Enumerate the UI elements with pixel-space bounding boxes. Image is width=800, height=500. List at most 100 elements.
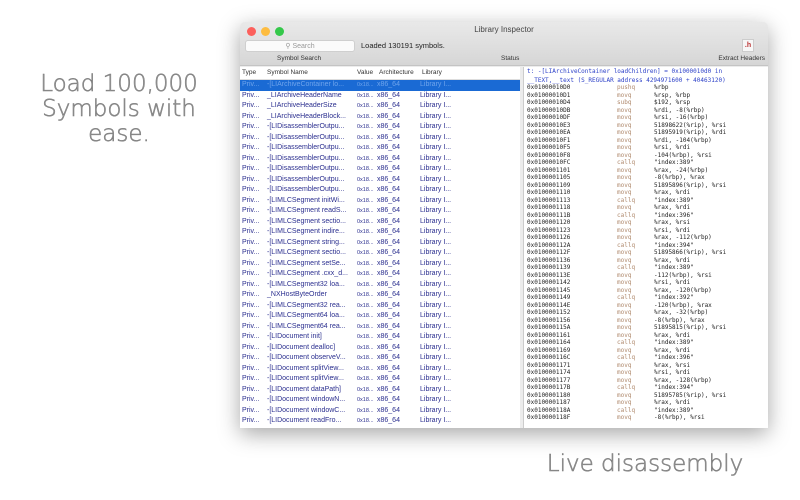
operands: "index:389" (654, 264, 694, 271)
disassembly-line: 0x01000010D4 subq $192, %rsp (527, 99, 768, 107)
address: 0x0100001118 (527, 204, 571, 211)
cell-symbol-name: _LIArchiveHeaderName (267, 91, 342, 99)
table-row[interactable]: Priv... -[LIMLCSegment initWi... 0x18... x8… (240, 196, 520, 207)
table-row[interactable]: Priv... -[LIDocument readFro... 0x18... x86… (240, 416, 520, 427)
cell-symbol-name: -[LIDisassemblerOutpu... (267, 154, 345, 162)
extract-headers-button[interactable]: Extract Headers (718, 55, 765, 62)
cell-value: 0x18... (357, 145, 374, 151)
cell-library: Library I... (420, 280, 452, 288)
table-row[interactable]: Priv... -[LIDisassemblerOutpu... 0x18... x8… (240, 133, 520, 144)
table-row[interactable]: Priv... -[LIMLCSegment readS... 0x18... x86… (240, 206, 520, 217)
cell-type: Priv... (242, 165, 260, 172)
cell-type: Priv... (242, 133, 260, 141)
cell-symbol-name: -[LIMLCSegment .cxx_d... (267, 270, 348, 277)
cell-value: 0x18... (357, 344, 374, 351)
cell-type: Priv... (242, 154, 260, 162)
table-row[interactable]: Priv... -[LIMLCSegment sectio... 0x18... x8… (240, 248, 520, 259)
search-input[interactable]: ⚲ Search (245, 40, 355, 52)
mnemonic: movq (617, 324, 632, 331)
mnemonic: callq (617, 211, 636, 219)
table-row[interactable]: Priv... -[LIMLCSegment32 rea... 0x18... x86… (240, 301, 520, 312)
cell-symbol-name: -[LIMLCSegment32 loa... (267, 280, 345, 288)
mnemonic: movq (617, 121, 632, 129)
table-row[interactable]: Priv... -[LIDocument dataPath] 0x18... x86_… (240, 385, 520, 396)
table-row[interactable]: Priv... -[LIDocument observeV... 0x18... x8… (240, 353, 520, 364)
disassembly-line: 0x01000010EA movq 51895919(%rip), %rdi (527, 129, 768, 137)
cell-value: 0x18... (357, 250, 374, 256)
mnemonic: callq (617, 264, 636, 271)
table-row[interactable]: Priv... -[LIMLCSegment .cxx_d... 0x18... x8… (240, 269, 520, 280)
extract-headers-icon[interactable]: .h (742, 39, 754, 52)
cell-library: Library I... (420, 102, 452, 109)
address: 0x010000116C (527, 354, 571, 361)
mnemonic: movq (617, 346, 632, 354)
mnemonic: movq (617, 166, 632, 174)
address: 0x0100001110 (527, 189, 571, 196)
table-row[interactable]: Priv... -[LIDisassemblerOutpu... 0x18... x8… (240, 185, 520, 196)
cell-architecture: x86_64 (377, 144, 400, 151)
table-row[interactable]: Priv... -[LIMLCSegment indire... 0x18... x8… (240, 227, 520, 238)
column-header-library[interactable]: Library (420, 67, 460, 79)
table-row[interactable]: Priv... -[LIDocument init] 0x18... x86_64 Li… (240, 332, 520, 343)
table-row[interactable]: Priv... _NXHostByteOrder 0x18... x86_64 Libr… (240, 290, 520, 301)
table-row[interactable]: Priv... -[LIDisassemblerOutpu... 0x18... x8… (240, 164, 520, 175)
table-row[interactable]: Priv... -[LIDocument windowN... 0x18... x86… (240, 395, 520, 406)
cell-type: Priv... (242, 396, 260, 403)
table-row[interactable]: Priv... -[LIDocument splitView... 0x18... x… (240, 374, 520, 385)
table-row[interactable]: Priv... -[LIDisassemblerOutpu... 0x18... x8… (240, 122, 520, 133)
table-row[interactable]: Priv... -[LIMLCSegment64 rea... 0x18... x86… (240, 322, 520, 333)
table-row[interactable]: Priv... -[LIDocument windowC... 0x18... x86… (240, 406, 520, 417)
cell-type: Priv... (242, 406, 260, 414)
table-row[interactable]: Priv... -[LIMLCSegment32 loa... 0x18... x86… (240, 280, 520, 291)
mnemonic: movq (617, 279, 632, 286)
address: 0x010000118F (527, 414, 571, 421)
mnemonic: movq (617, 376, 632, 384)
cell-type: Priv... (242, 112, 260, 120)
table-row[interactable]: Priv... -[LIMLCSegment64 loa... 0x18... x86… (240, 311, 520, 322)
disassembly-line: 0x010000116C callq "index:396" (527, 354, 768, 362)
table-row[interactable]: Priv... _LIArchiveHeaderBlock... 0x18... x8… (240, 112, 520, 123)
column-header-value[interactable]: Value (355, 67, 377, 79)
operands: %rbp (654, 84, 669, 91)
cell-value: 0x18... (357, 103, 374, 109)
cell-architecture: x86_64 (377, 175, 400, 183)
table-row[interactable]: Priv... -[LIDisassemblerOutpu... 0x18... x8… (240, 143, 520, 154)
operands: %rdi, -8(%rbp) (654, 106, 705, 114)
operands: $192, %rsp (654, 99, 691, 106)
table-row[interactable]: Priv... -[LIMLCSegment setSe... 0x18... x86… (240, 259, 520, 270)
cell-symbol-name: -[LIDocument init] (267, 333, 322, 340)
mnemonic: movq (617, 256, 632, 264)
cell-symbol-name: -[LIMLCSegment readS... (267, 207, 347, 214)
table-row[interactable]: Priv... _LIArchiveHeaderName 0x18... x86_64… (240, 91, 520, 102)
cell-library: Library I... (420, 312, 452, 319)
disassembly-line: 0x0100001169 movq %rax, %rdi (527, 347, 768, 355)
table-row[interactable]: Priv... -[LIMLCSegment sectio... 0x18... x8… (240, 217, 520, 228)
mnemonic: movq (617, 204, 632, 211)
table-row[interactable]: Priv... _LIArchiveHeaderSize 0x18... x86_64… (240, 101, 520, 112)
operands: "index:394" (654, 241, 694, 249)
table-row[interactable]: Priv... -[LIDisassemblerOutpu... 0x18... x8… (240, 175, 520, 186)
address: 0x0100001161 (527, 331, 571, 339)
table-row[interactable]: Priv... -[LIDocument dealloc] 0x18... x86_6… (240, 343, 520, 354)
cell-symbol-name: -[LIDisassemblerOutpu... (267, 123, 345, 130)
table-row[interactable]: Priv... -[LIMLCSegment string... 0x18... x8… (240, 238, 520, 249)
operands: %rax, %rdi (654, 399, 691, 406)
cell-symbol-name: -[LIDocument observeV... (267, 354, 346, 361)
cell-value: 0x18... (357, 155, 374, 162)
disassembly-line: 0x01000010D0 pushq %rbp (527, 84, 768, 92)
promo-text-disassembly: Live disassembly (546, 451, 744, 477)
column-header-symbol-name[interactable]: Symbol Name (264, 67, 355, 79)
table-row[interactable]: Priv... -[LIDisassemblerOutpu... 0x18... x8… (240, 154, 520, 165)
cell-library: Library I... (420, 81, 452, 88)
operands: "index:392" (654, 294, 694, 301)
cell-library: Library I... (420, 301, 452, 309)
table-row[interactable]: Priv... -[LIArchiveContainer lo... 0x18...… (240, 80, 520, 91)
table-row[interactable]: Priv... -[LIDocument splitView... 0x18... x… (240, 364, 520, 375)
table-body: Priv... -[LIArchiveContainer lo... 0x18...… (240, 80, 520, 427)
operands: %rsi, %rdi (654, 226, 691, 234)
column-header-architecture[interactable]: Architecture (377, 67, 420, 79)
promo-line-2: Symbols with ease. (42, 96, 196, 147)
cell-architecture: x86_64 (377, 238, 400, 246)
operands: %rsi, %rdi (654, 369, 691, 376)
column-header-type[interactable]: Type (240, 67, 264, 79)
